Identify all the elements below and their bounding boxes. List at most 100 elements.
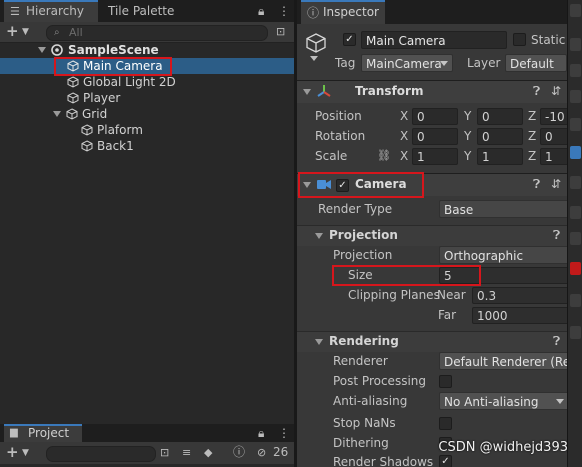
scale-x-field[interactable]: 1 [412, 148, 458, 165]
tree-item-grid[interactable]: Grid [0, 106, 294, 122]
preset-icon[interactable]: ⇵ [551, 177, 561, 191]
layer-dropdown[interactable]: Default [505, 54, 567, 72]
search-filter-icon[interactable]: ⊡ [276, 24, 285, 40]
tree-item-samplescene[interactable]: SampleScene [0, 42, 294, 58]
position-x-field[interactable]: 0 [412, 108, 458, 125]
hierarchy-search-input[interactable]: ⌕ All [46, 25, 268, 41]
help-icon[interactable]: ❓︎ [553, 228, 560, 243]
inspector-tabbar: ⓘ Inspector [297, 0, 567, 24]
axis-y-label[interactable]: Y [464, 126, 471, 146]
position-z-field[interactable]: -10 [540, 108, 567, 125]
tree-item-player[interactable]: Player [0, 90, 294, 106]
render-shadows-checkbox[interactable]: ✓ [439, 455, 452, 467]
clipping-far-row: Far 1000 [297, 305, 567, 325]
axis-x-label[interactable]: X [400, 146, 408, 166]
rotation-label: Rotation [315, 129, 366, 143]
tree-item-label: Grid [82, 107, 108, 121]
tool-button-icon[interactable] [570, 64, 581, 77]
label-filter-icon[interactable]: ◆ [204, 445, 212, 461]
position-y-field[interactable]: 0 [477, 108, 523, 125]
type-filter-icon[interactable]: ≡ [182, 445, 191, 461]
tool-button-icon[interactable] [570, 4, 581, 17]
expand-triangle-icon[interactable] [38, 47, 46, 53]
chevron-down-icon[interactable]: ▼ [22, 445, 29, 461]
tool-button-icon[interactable] [570, 294, 581, 307]
project-tab-label: Project [28, 426, 70, 440]
tool-button-icon[interactable] [570, 176, 581, 189]
hierarchy-toolbar: + ▼ ⌕ All ⊡ [0, 22, 294, 43]
tool-button-icon[interactable] [570, 90, 581, 103]
tool-button-icon[interactable] [570, 206, 581, 219]
tool-button-icon[interactable] [570, 232, 581, 245]
renderer-dropdown[interactable]: Default Renderer (Ren [439, 352, 567, 370]
tag-dropdown[interactable]: MainCamera [361, 54, 453, 72]
axis-y-label[interactable]: Y [464, 146, 471, 166]
projection-section-header[interactable]: Projection ❓︎ [297, 225, 567, 246]
lock-icon[interactable]: 🔒︎ [258, 425, 264, 441]
far-label: Far [438, 308, 457, 322]
search-filter-icon[interactable]: ⊡ [160, 445, 169, 461]
foldout-triangle-icon[interactable] [315, 339, 323, 345]
expand-triangle-icon[interactable] [53, 111, 61, 117]
axis-x-label[interactable]: X [400, 126, 408, 146]
tool-button-icon[interactable] [570, 118, 581, 131]
color-swatch-icon[interactable] [570, 262, 581, 275]
tool-button-icon[interactable] [570, 38, 581, 51]
lock-icon[interactable]: 🔒︎ [258, 3, 264, 19]
constrain-proportions-icon[interactable]: ⛓︎ [377, 146, 391, 166]
rotation-z-field[interactable]: 0 [540, 128, 567, 145]
static-checkbox[interactable] [513, 33, 526, 46]
tool-button-icon[interactable] [570, 326, 581, 339]
create-plus-icon[interactable]: + [6, 444, 19, 460]
tab-tile-palette[interactable]: Tile Palette [106, 0, 196, 22]
tree-item-back1[interactable]: Back1 [0, 138, 294, 154]
axis-y-label[interactable]: Y [464, 106, 471, 126]
near-field[interactable]: 0.3 [472, 287, 567, 304]
axis-x-label[interactable]: X [400, 106, 408, 126]
watermark-text: CSDN @widhejd393 [438, 440, 568, 455]
tab-inspector[interactable]: ⓘ Inspector [301, 0, 385, 24]
tab-hierarchy[interactable]: ☰ Hierarchy [4, 0, 98, 22]
foldout-triangle-icon[interactable] [315, 233, 323, 239]
help-icon[interactable]: ❓︎ [533, 177, 540, 192]
help-icon[interactable]: ❓︎ [553, 334, 560, 349]
scale-y-field[interactable]: 1 [477, 148, 523, 165]
foldout-triangle-icon[interactable] [303, 89, 311, 95]
anti-aliasing-dropdown[interactable]: No Anti-aliasing [439, 392, 567, 410]
tab-project[interactable]: ▆ Project [4, 424, 82, 442]
project-search-input[interactable] [46, 446, 156, 462]
warning-icon[interactable]: ⓘ [233, 444, 245, 460]
anti-aliasing-label: Anti-aliasing [333, 394, 408, 408]
rendering-section-header[interactable]: Rendering ❓︎ [297, 331, 567, 352]
render-type-dropdown[interactable]: Base [439, 200, 567, 218]
dithering-label: Dithering [333, 436, 389, 450]
axis-z-label[interactable]: Z [528, 146, 536, 166]
kebab-menu-icon[interactable]: ⋮ [278, 425, 290, 441]
scale-z-field[interactable]: 1 [540, 148, 567, 165]
icon-dropdown-icon[interactable] [310, 56, 318, 61]
hierarchy-panel: ☰ Hierarchy Tile Palette 🔒︎ ⋮ + ▼ ⌕ All … [0, 0, 294, 424]
axis-z-label[interactable]: Z [528, 106, 536, 126]
far-field[interactable]: 1000 [472, 307, 567, 324]
renderer-label: Renderer [333, 354, 388, 368]
chevron-down-icon[interactable]: ▼ [22, 24, 29, 40]
projection-dropdown[interactable]: Orthographic [439, 246, 567, 264]
rotation-y-field[interactable]: 0 [477, 128, 523, 145]
hidden-packages-icon[interactable]: ⊘ [257, 445, 266, 461]
stop-nans-checkbox[interactable] [439, 417, 452, 430]
axis-z-label[interactable]: Z [528, 126, 536, 146]
active-checkbox[interactable]: ✓ [343, 33, 356, 46]
help-icon[interactable]: ❓︎ [533, 84, 540, 99]
post-processing-checkbox[interactable] [439, 375, 452, 388]
preset-icon[interactable]: ⇵ [551, 84, 561, 98]
kebab-menu-icon[interactable]: ⋮ [278, 3, 290, 19]
tree-item-global-light-2d[interactable]: Global Light 2D [0, 74, 294, 90]
rotation-x-field[interactable]: 0 [412, 128, 458, 145]
object-name-field[interactable]: Main Camera [361, 31, 507, 49]
position-label: Position [315, 109, 362, 123]
tree-item-plaform[interactable]: Plaform [0, 122, 294, 138]
tool-button-active-icon[interactable] [570, 146, 581, 159]
transform-header[interactable]: Transform ❓︎ ⇵ [297, 80, 567, 103]
create-plus-icon[interactable]: + [6, 23, 19, 39]
highlight-box-main-camera [54, 57, 172, 76]
